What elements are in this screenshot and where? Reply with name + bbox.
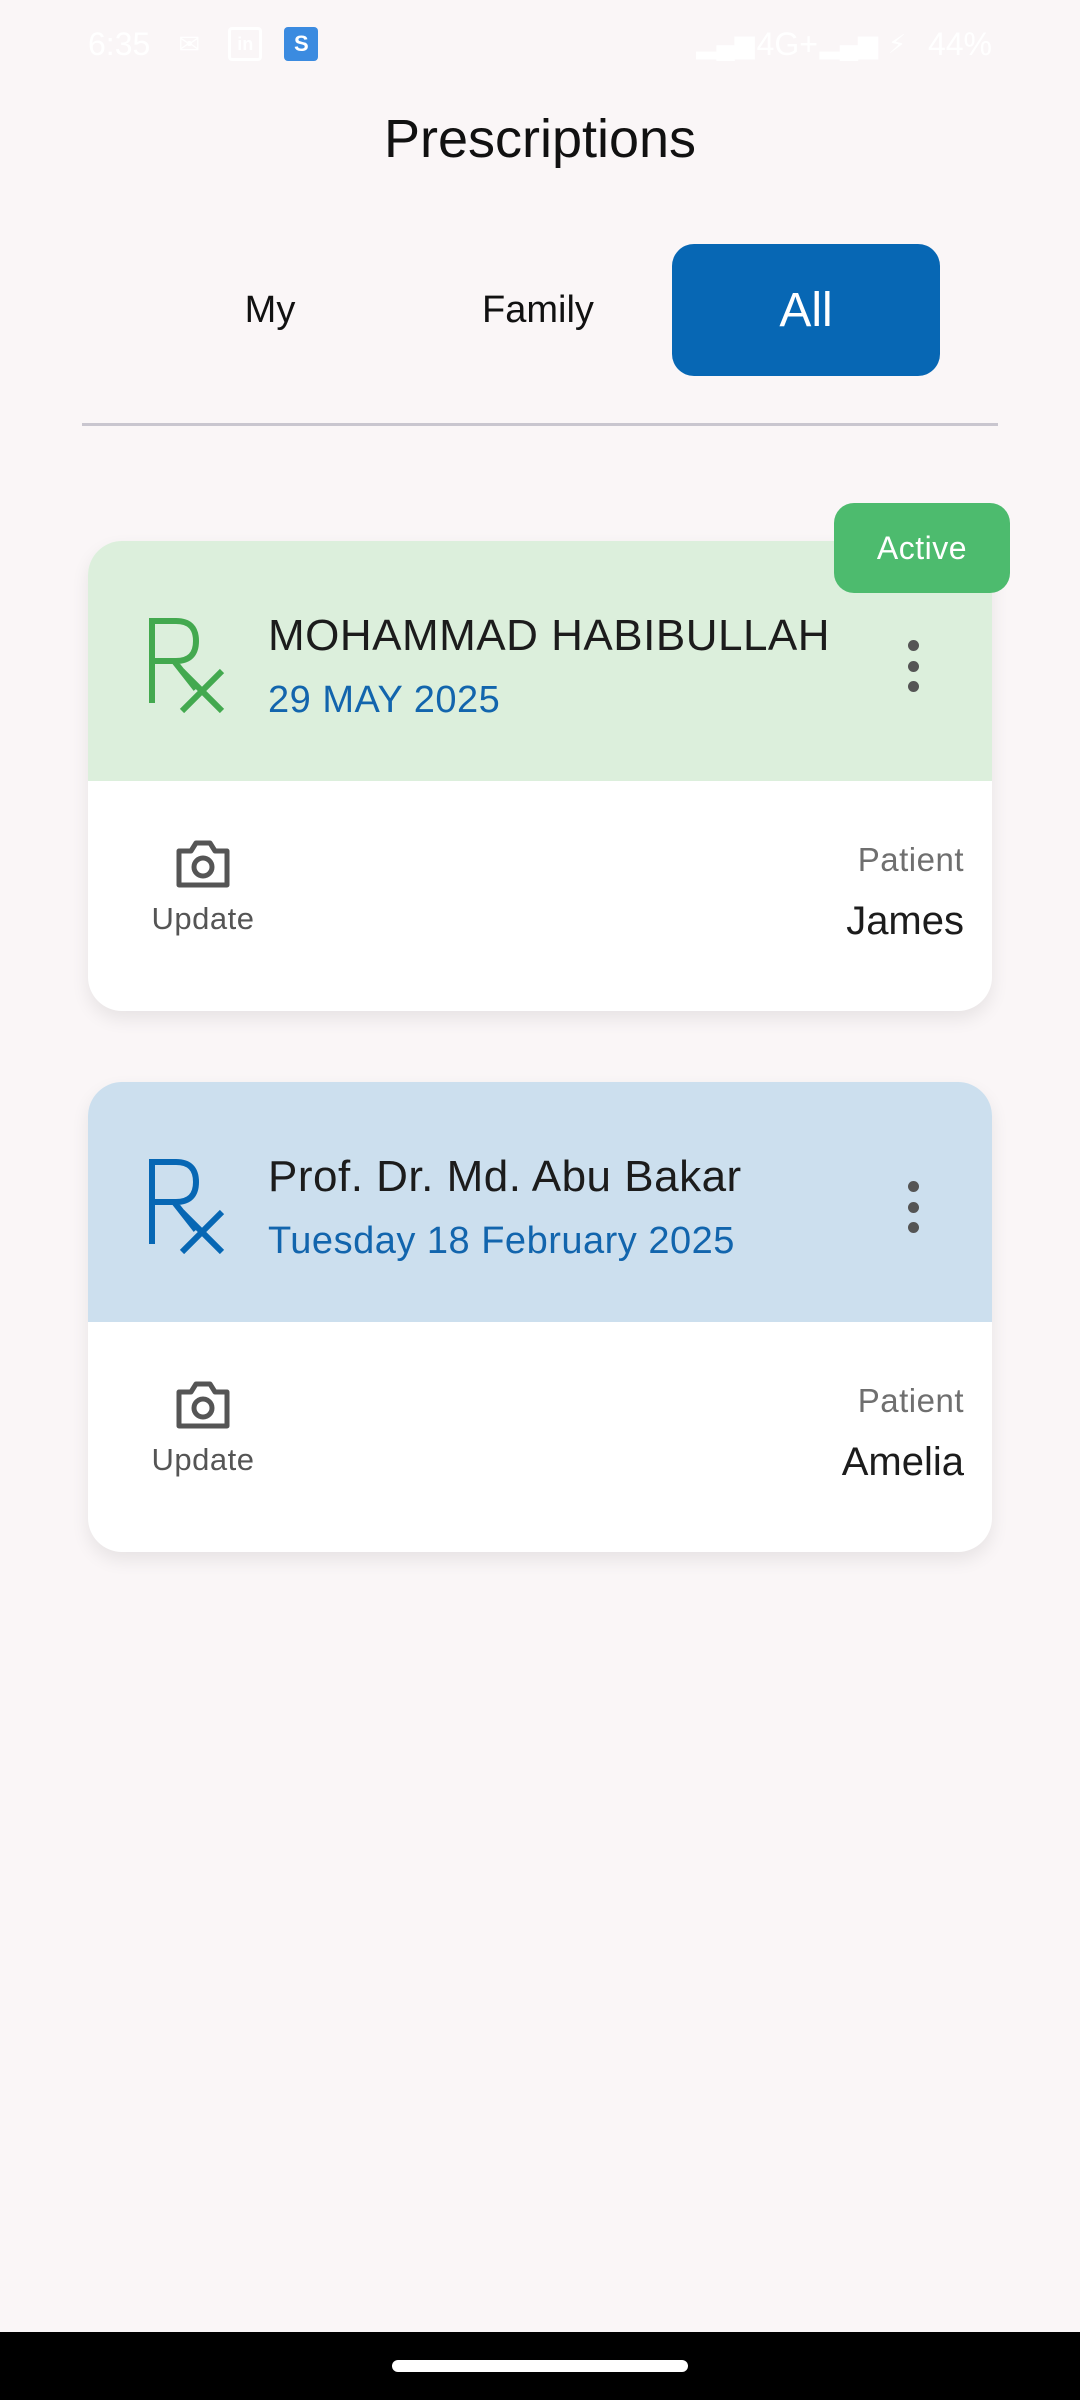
update-label: Update bbox=[151, 1442, 255, 1477]
patient-name: James bbox=[846, 899, 964, 943]
doctor-name: Prof. Dr. Md. Abu Bakar bbox=[268, 1152, 742, 1201]
status-time: 6:35 bbox=[88, 25, 151, 62]
app-s-icon: S bbox=[284, 27, 319, 61]
camera-icon bbox=[176, 840, 230, 888]
prescription-card[interactable]: MOHAMMAD HABIBULLAH 29 MAY 2025 Update P… bbox=[88, 541, 992, 1011]
prescription-date: 29 MAY 2025 bbox=[268, 679, 501, 721]
patient-name: Amelia bbox=[841, 1440, 964, 1484]
rx-icon bbox=[149, 1159, 225, 1254]
page-title: Prescriptions bbox=[383, 109, 697, 169]
tab-my[interactable]: My bbox=[136, 244, 404, 376]
filter-tabs: My Family All bbox=[136, 244, 944, 376]
status-bar: 6:35 ✉ in S ▂▄▆ 4G+ ▂▄▆ ⚡ 44% bbox=[0, 0, 1080, 88]
tab-all[interactable]: All bbox=[672, 244, 940, 376]
tabs-divider bbox=[82, 423, 998, 426]
mail-icon: ✉ bbox=[178, 28, 201, 59]
more-options-icon[interactable] bbox=[888, 636, 938, 696]
update-label: Update bbox=[151, 901, 255, 936]
prescription-card[interactable]: Prof. Dr. Md. Abu Bakar Tuesday 18 Febru… bbox=[88, 1082, 992, 1552]
battery-level: 44% bbox=[927, 25, 992, 62]
network-type: 4G+ bbox=[756, 25, 818, 62]
patient-label: Patient bbox=[857, 1382, 964, 1419]
prescriptions-screen: 6:35 ✉ in S ▂▄▆ 4G+ ▂▄▆ ⚡ 44% Prescripti… bbox=[0, 0, 1080, 2400]
patient-label: Patient bbox=[857, 841, 964, 878]
more-options-icon[interactable] bbox=[888, 1177, 938, 1237]
charging-icon: ⚡ bbox=[887, 28, 907, 59]
linkedin-icon: in bbox=[228, 27, 263, 61]
status-badge: Active bbox=[834, 503, 1010, 593]
signal-icon-2: ▂▄▆ bbox=[819, 28, 879, 59]
update-button[interactable]: Update bbox=[138, 1378, 268, 1478]
update-button[interactable]: Update bbox=[138, 837, 268, 937]
prescription-date: Tuesday 18 February 2025 bbox=[268, 1220, 735, 1262]
camera-icon bbox=[176, 1381, 230, 1429]
rx-icon bbox=[149, 618, 225, 713]
doctor-name: MOHAMMAD HABIBULLAH bbox=[268, 611, 831, 660]
signal-icon: ▂▄▆ bbox=[696, 28, 755, 59]
home-gesture-handle[interactable] bbox=[392, 2360, 688, 2372]
tab-family[interactable]: Family bbox=[404, 244, 672, 376]
prescription-card-header[interactable]: Prof. Dr. Md. Abu Bakar Tuesday 18 Febru… bbox=[88, 1082, 992, 1322]
